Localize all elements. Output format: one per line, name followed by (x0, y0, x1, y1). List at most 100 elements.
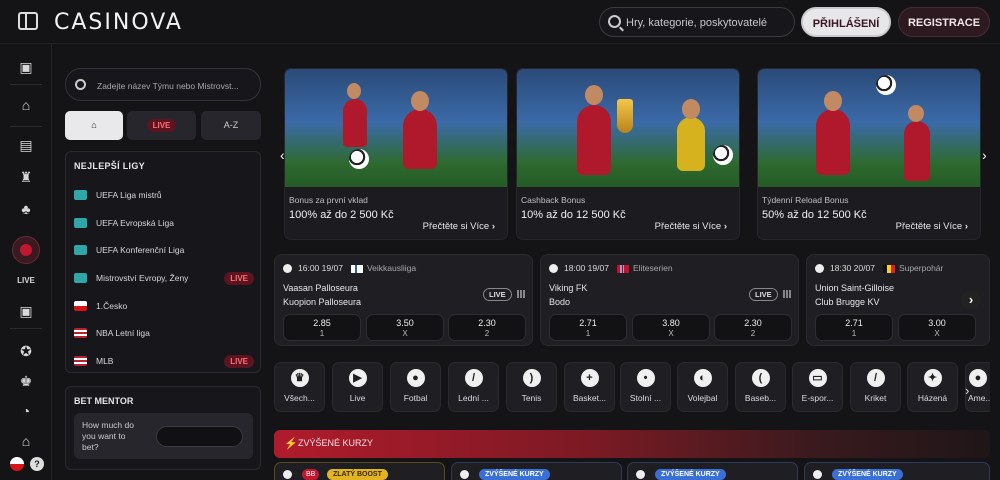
sport-label: E-spor... (801, 393, 834, 403)
promo-read-more[interactable]: Přečtěte si Více (423, 221, 495, 232)
boost-card[interactable]: ZVÝŠENÉ KURZY (627, 462, 798, 480)
team-search-input[interactable] (97, 78, 257, 93)
odds-value: 3.00 (928, 318, 946, 328)
trophy-icon: ♛ (290, 369, 309, 387)
league-item[interactable]: NBA Letní liga (74, 325, 254, 343)
menu-toggle-icon[interactable] (18, 12, 38, 30)
uefa-icon (74, 218, 87, 228)
sport-item[interactable]: + Basket... (564, 362, 615, 412)
bet-amount-input[interactable] (156, 426, 243, 447)
boosted-odds-banner[interactable]: ⚡ ZVÝŠENÉ KURZY (274, 430, 990, 458)
odds-button[interactable]: 3.80 X (632, 314, 710, 341)
tab-home[interactable]: ⌂ (65, 111, 123, 140)
promo-card[interactable]: Cashback Bonus 10% až do 12 500 Kč Přečt… (516, 68, 740, 240)
sports-next-arrow-icon[interactable]: › (965, 383, 969, 398)
player-head (411, 91, 429, 111)
football-icon (876, 75, 896, 95)
odds-button[interactable]: 2.85 1 (283, 314, 361, 341)
sports-ball-icon[interactable] (12, 236, 40, 264)
match-time: 18:00 (564, 263, 586, 273)
register-button[interactable]: REGISTRACE (898, 7, 990, 37)
league-item[interactable]: 1.Česko (74, 298, 254, 316)
match-card[interactable]: 18:00 19/07 Eliteserien Viking FK Bodo LI… (540, 254, 799, 346)
uefa-icon (74, 190, 87, 200)
clover-icon[interactable]: ♣ (17, 200, 35, 218)
player-head (824, 91, 842, 111)
stats-icon[interactable] (517, 290, 527, 298)
promo-next-arrow-icon[interactable]: › (982, 147, 987, 163)
match-time: 16:00 (298, 263, 320, 273)
odds-button[interactable]: 2.71 1 (815, 314, 893, 341)
sport-item[interactable]: ✦ Házená (907, 362, 958, 412)
team-home: Vaasan Palloseura (283, 283, 358, 293)
team-search[interactable] (65, 68, 261, 101)
team-home: Union Saint-Gilloise (815, 283, 895, 293)
odds-button[interactable]: 3.00 X (898, 314, 976, 341)
league-item[interactable]: MLB LIVE (74, 353, 254, 371)
global-search[interactable] (599, 7, 795, 37)
live-tv-icon[interactable]: LIVE (17, 272, 35, 290)
sport-item[interactable]: (Baseb... (735, 362, 786, 412)
match-header: 18:00 19/07 Eliteserien (549, 263, 673, 274)
match-date: 19/07 (587, 263, 609, 273)
match-card[interactable]: 16:00 19/07 Veikkausliiga Vaasan Palloseu… (274, 254, 533, 346)
live-casino-icon[interactable]: ♜ (17, 168, 35, 186)
odds-button[interactable]: 2.30 2 (448, 314, 526, 341)
sport-item[interactable]: ● Fotbal (390, 362, 441, 412)
gamepad-icon: ▭ (808, 369, 827, 387)
sport-item[interactable]: ) Tenis (506, 362, 557, 412)
league-item[interactable]: UEFA Konferenční Liga (74, 242, 254, 260)
player-figure (677, 117, 705, 171)
odds-button[interactable]: 2.30 2 (714, 314, 792, 341)
global-search-input[interactable] (626, 14, 790, 31)
search-icon (608, 15, 621, 28)
boost-card[interactable]: ZVÝŠENÉ KURZY (804, 462, 990, 480)
language-flag-icon[interactable] (10, 457, 24, 471)
promo-card[interactable]: Bonus za první vklad 100% až do 2 500 Kč… (284, 68, 508, 240)
shop-icon[interactable]: ⌂ (17, 432, 35, 450)
league-item[interactable]: UEFA Liga mistrů (74, 187, 254, 205)
casino-icon[interactable]: ⌂ (17, 96, 35, 114)
promo-read-more[interactable]: Přečtěte si Více (655, 221, 727, 232)
stats-icon[interactable] (783, 290, 793, 298)
match-date: 20/07 (853, 263, 875, 273)
usa-flag-icon (74, 356, 87, 366)
boost-card[interactable]: ZVÝŠENÉ KURZY (451, 462, 622, 480)
match-next-arrow-icon[interactable]: › (961, 290, 981, 310)
promo-card[interactable]: Týdenní Reload Bonus 50% až do 12 500 Kč… (757, 68, 981, 240)
odds-button[interactable]: 2.71 1 (549, 314, 627, 341)
trophy-icon[interactable]: ♚ (17, 372, 35, 390)
odds-value: 2.71 (579, 318, 597, 328)
login-button[interactable]: PŘIHLÁŠENÍ (801, 7, 891, 37)
odds-key: X (934, 329, 940, 338)
promo-banner-image (517, 69, 739, 187)
sport-item[interactable]: / Lední ... (448, 362, 499, 412)
slot-machine-icon[interactable]: ▤ (17, 136, 35, 154)
boost-card[interactable]: BB ZLATÝ BOOST (274, 462, 445, 480)
sport-item[interactable]: ◐ Volejbal (677, 362, 728, 412)
promo-read-more[interactable]: Přečtěte si Více (896, 221, 968, 232)
odds-button[interactable]: 3.50 X (366, 314, 444, 341)
help-icon[interactable]: ? (30, 457, 44, 471)
boost-tag: ZVÝŠENÉ KURZY (655, 469, 726, 480)
sport-item[interactable]: ▭ E-spor... (792, 362, 843, 412)
pacman-icon[interactable]: ◔ (17, 402, 35, 420)
sport-item[interactable]: ♛ Všech... (274, 362, 325, 412)
sport-item[interactable]: ▶ Live (332, 362, 383, 412)
bet-mentor-panel: BET MENTOR How much do you want to bet? (65, 386, 261, 470)
player-figure (816, 109, 850, 175)
gift-icon[interactable]: ▣ (17, 58, 35, 76)
sport-item[interactable]: / Kriket (850, 362, 901, 412)
match-time: 18:30 (830, 263, 852, 273)
tab-live[interactable]: LIVE (127, 111, 196, 140)
live-badge: LIVE (483, 288, 512, 301)
match-header: 18:30 20/07 Superpohár (815, 263, 943, 274)
casinova-logo[interactable]: CASINOVA (54, 10, 183, 35)
home-icon: ⌂ (91, 120, 97, 130)
league-item[interactable]: Mistrovství Evropy, Ženy LIVE (74, 270, 254, 288)
league-item[interactable]: UEFA Evropská Liga (74, 215, 254, 233)
tab-az[interactable]: A-Z (201, 111, 261, 140)
badge-icon[interactable]: ✪ (17, 342, 35, 360)
virtual-sports-icon[interactable]: ▣ (17, 302, 35, 320)
sport-item[interactable]: • Stolní ... (620, 362, 671, 412)
